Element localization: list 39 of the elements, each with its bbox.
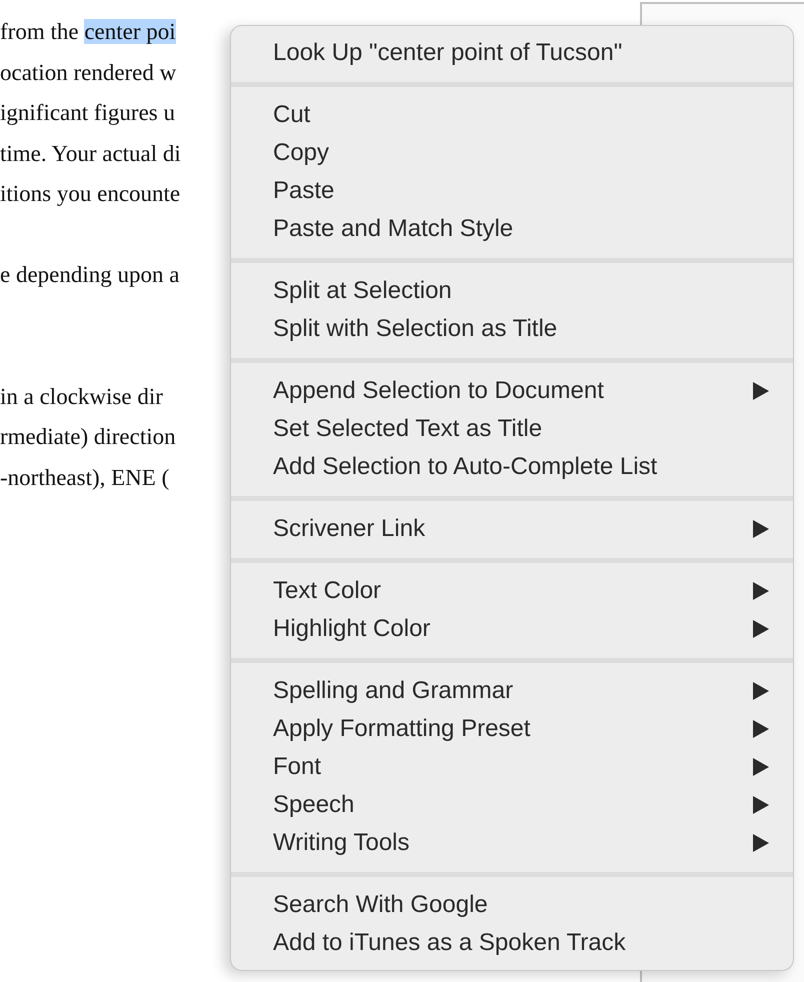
submenu-arrow-icon [753,758,769,776]
body-text: time. Your actual di [0,140,181,166]
body-text: ignificant figures u [0,100,176,125]
menu-item[interactable]: Append Selection to Document [231,372,793,410]
submenu-arrow-icon [753,834,769,852]
menu-item[interactable]: Copy [231,134,793,172]
menu-item[interactable]: Cut [231,96,793,134]
submenu-arrow-icon [753,682,769,700]
menu-item[interactable]: Writing Tools [231,824,793,862]
submenu-arrow-icon [753,796,769,814]
menu-item[interactable]: Font [231,748,793,786]
submenu-arrow-icon [753,520,769,538]
submenu-arrow-icon [753,620,769,638]
menu-item[interactable]: Text Color [231,572,793,610]
submenu-arrow-icon [753,382,769,400]
body-text: in a clockwise dir [0,384,163,408]
menu-item[interactable]: Look Up "center point of Tucson" [231,34,793,72]
menu-item[interactable]: Scrivener Link [231,510,793,548]
menu-item[interactable]: Add to iTunes as a Spoken Track [231,924,793,962]
body-text: from the [0,19,80,44]
selected-text: center poi [84,19,176,44]
menu-item[interactable]: Paste and Match Style [231,210,793,248]
body-text: rmediate) direction [0,424,176,449]
menu-item[interactable]: Search With Google [231,886,793,924]
submenu-arrow-icon [753,582,769,600]
body-text: -northeast), ENE ( [0,464,170,490]
menu-item[interactable]: Split at Selection [231,272,793,310]
body-text: ocation rendered w [0,60,176,84]
menu-item[interactable]: Highlight Color [231,610,793,648]
menu-item[interactable]: Split with Selection as Title [231,310,793,348]
menu-item[interactable]: Set Selected Text as Title [231,410,793,448]
body-text: itions you encounte [0,181,180,206]
body-text: e depending upon a [0,262,180,287]
menu-item[interactable]: Spelling and Grammar [231,672,793,710]
menu-item[interactable]: Paste [231,172,793,210]
menu-item[interactable]: Apply Formatting Preset [231,710,793,748]
submenu-arrow-icon [753,720,769,738]
menu-item[interactable]: Speech [231,786,793,824]
menu-item[interactable]: Add Selection to Auto-Complete List [231,448,793,486]
